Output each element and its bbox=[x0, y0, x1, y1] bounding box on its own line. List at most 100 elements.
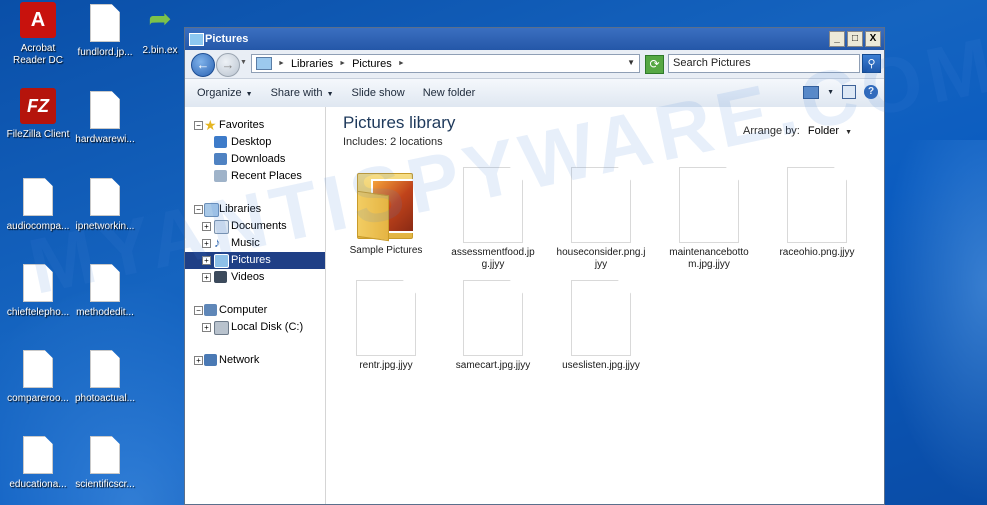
nav-label: Libraries bbox=[219, 203, 262, 215]
new-folder-button[interactable]: New folder bbox=[423, 87, 476, 99]
window-title: Pictures bbox=[205, 33, 249, 45]
history-dropdown-icon[interactable]: ▼ bbox=[240, 59, 247, 66]
file-list-area[interactable]: Pictures library Includes: 2 locations A… bbox=[326, 107, 884, 504]
downloads-icon bbox=[214, 153, 227, 165]
chevron-down-icon[interactable]: ▼ bbox=[827, 89, 834, 96]
desktop-icon-file[interactable]: ipnetworkin... bbox=[72, 178, 138, 233]
chevron-right-icon[interactable]: ► bbox=[339, 60, 346, 67]
videos-icon bbox=[214, 271, 227, 283]
file-item[interactable]: assessmentfood.jpg.jjyy bbox=[448, 167, 538, 271]
library-includes[interactable]: Includes: 2 locations bbox=[343, 136, 443, 148]
slide-show-button[interactable]: Slide show bbox=[352, 87, 405, 99]
help-icon[interactable]: ? bbox=[864, 85, 878, 99]
refresh-button[interactable]: ⟳ bbox=[645, 55, 664, 74]
nav-computer[interactable]: − Computer bbox=[185, 302, 325, 319]
share-with-button[interactable]: Share with ▼ bbox=[271, 87, 334, 99]
libraries-group: − Libraries + Documents + ♪ Music + Pict… bbox=[185, 201, 325, 286]
desktop-icon-file[interactable]: methodedit... bbox=[72, 264, 138, 319]
desktop-icon-file[interactable]: chieftelepho... bbox=[5, 264, 71, 319]
nav-label: Pictures bbox=[231, 254, 271, 266]
folder-item[interactable]: Sample Pictures bbox=[341, 167, 431, 257]
nav-favorites[interactable]: − ★ Favorites bbox=[185, 117, 325, 134]
organize-button[interactable]: Organize ▼ bbox=[197, 87, 253, 99]
back-button[interactable]: ← bbox=[191, 53, 215, 77]
file-item[interactable]: maintenancebottom.jpg.jjyy bbox=[664, 167, 754, 271]
desktop-icon-file[interactable]: photoactual... bbox=[72, 350, 138, 405]
file-item[interactable]: rentr.jpg.jjyy bbox=[341, 280, 431, 372]
chevron-down-icon: ▼ bbox=[245, 91, 253, 98]
address-bar[interactable]: ► Libraries ► Pictures ► ▼ bbox=[251, 54, 640, 73]
nav-pictures[interactable]: + Pictures bbox=[185, 252, 325, 269]
desktop-icon-filezilla[interactable]: FZ FileZilla Client bbox=[5, 88, 71, 141]
nav-documents[interactable]: + Documents bbox=[185, 218, 325, 235]
desktop-icon-label: FileZilla Client bbox=[6, 129, 70, 140]
forward-button[interactable]: → bbox=[216, 53, 240, 77]
search-input[interactable]: Search Pictures bbox=[668, 54, 860, 73]
arrange-by[interactable]: Arrange by: Folder ▼ bbox=[743, 125, 852, 137]
document-icon bbox=[90, 436, 120, 474]
expand-icon[interactable]: + bbox=[202, 239, 211, 248]
chevron-right-icon[interactable]: ► bbox=[398, 60, 405, 67]
desktop-icon-file[interactable]: audiocompa... bbox=[5, 178, 71, 233]
desktop-icon-label: 2.bin.ex bbox=[142, 45, 178, 56]
breadcrumb-pictures[interactable]: Pictures bbox=[352, 58, 392, 70]
expand-icon[interactable]: + bbox=[194, 356, 203, 365]
breadcrumb-libraries[interactable]: Libraries bbox=[291, 58, 333, 70]
desktop-icon-file[interactable]: hardwarewi... bbox=[72, 91, 138, 146]
close-button[interactable]: X bbox=[865, 31, 881, 47]
nav-label: Videos bbox=[231, 271, 265, 283]
preview-pane-icon[interactable] bbox=[842, 85, 856, 99]
nav-desktop[interactable]: Desktop bbox=[185, 134, 325, 151]
address-dropdown-icon[interactable]: ▼ bbox=[627, 58, 635, 67]
nav-libraries[interactable]: − Libraries bbox=[185, 201, 325, 218]
folder-icon bbox=[355, 167, 417, 242]
window-controls: _ □ X bbox=[829, 31, 881, 47]
file-item[interactable]: useslisten.jpg.jjyy bbox=[556, 280, 646, 372]
file-item[interactable]: samecart.jpg.jjyy bbox=[448, 280, 538, 372]
minimize-button[interactable]: _ bbox=[829, 31, 845, 47]
expand-icon[interactable]: + bbox=[202, 323, 211, 332]
title-bar[interactable]: Pictures _ □ X bbox=[185, 28, 884, 50]
nav-downloads[interactable]: Downloads bbox=[185, 151, 325, 168]
chevron-right-icon[interactable]: ► bbox=[278, 60, 285, 67]
nav-network[interactable]: + Network bbox=[185, 352, 325, 369]
expand-icon[interactable]: + bbox=[202, 222, 211, 231]
desktop-glow bbox=[880, 140, 987, 505]
document-icon bbox=[23, 264, 53, 302]
folder-icon bbox=[189, 33, 204, 46]
desktop-icon-acrobat[interactable]: A Acrobat Reader DC bbox=[5, 2, 71, 67]
file-item[interactable]: raceohio.png.jjyy bbox=[772, 167, 862, 259]
navigation-pane[interactable]: − ★ Favorites Desktop Downloads Recent P… bbox=[185, 107, 326, 504]
collapse-icon[interactable]: − bbox=[194, 306, 203, 315]
file-name: samecart.jpg.jjyy bbox=[455, 360, 531, 371]
nav-local-disk[interactable]: + Local Disk (C:) bbox=[185, 319, 325, 336]
blank-file-icon bbox=[787, 167, 847, 243]
nav-videos[interactable]: + Videos bbox=[185, 269, 325, 286]
nav-label: Local Disk (C:) bbox=[231, 321, 304, 333]
maximize-button[interactable]: □ bbox=[847, 31, 863, 47]
document-icon bbox=[90, 264, 120, 302]
file-item[interactable]: houseconsider.png.jjyy bbox=[556, 167, 646, 271]
nav-recent-places[interactable]: Recent Places bbox=[185, 168, 325, 185]
desktop-icon-file[interactable]: educationa... bbox=[5, 436, 71, 491]
nav-music[interactable]: + ♪ Music bbox=[185, 235, 325, 252]
desktop-icon-label: educationa... bbox=[9, 479, 67, 490]
change-view-icon[interactable] bbox=[803, 85, 820, 99]
arrange-value[interactable]: Folder bbox=[808, 125, 839, 137]
desktop-icon-file[interactable]: fundlord.jp... bbox=[72, 4, 138, 59]
expand-icon[interactable]: + bbox=[202, 273, 211, 282]
nav-label: Desktop bbox=[231, 136, 272, 148]
file-name: Sample Pictures bbox=[349, 245, 423, 256]
desktop-icon-file[interactable]: compareroo... bbox=[5, 350, 71, 405]
desktop-icon-file[interactable]: scientificscr... bbox=[72, 436, 138, 491]
command-bar: Organize ▼ Share with ▼ Slide show New fol… bbox=[185, 79, 884, 108]
collapse-icon[interactable]: − bbox=[194, 121, 203, 130]
filezilla-icon: FZ bbox=[20, 88, 56, 124]
search-icon[interactable]: ⚲ bbox=[862, 54, 881, 73]
expand-icon[interactable]: + bbox=[202, 256, 211, 265]
desktop-icon-file[interactable]: ➦ 2.bin.ex bbox=[135, 5, 185, 57]
computer-group: − Computer + Local Disk (C:) bbox=[185, 302, 325, 336]
document-icon bbox=[90, 350, 120, 388]
chevron-down-icon[interactable]: ▼ bbox=[845, 129, 852, 136]
collapse-icon[interactable]: − bbox=[194, 205, 203, 214]
